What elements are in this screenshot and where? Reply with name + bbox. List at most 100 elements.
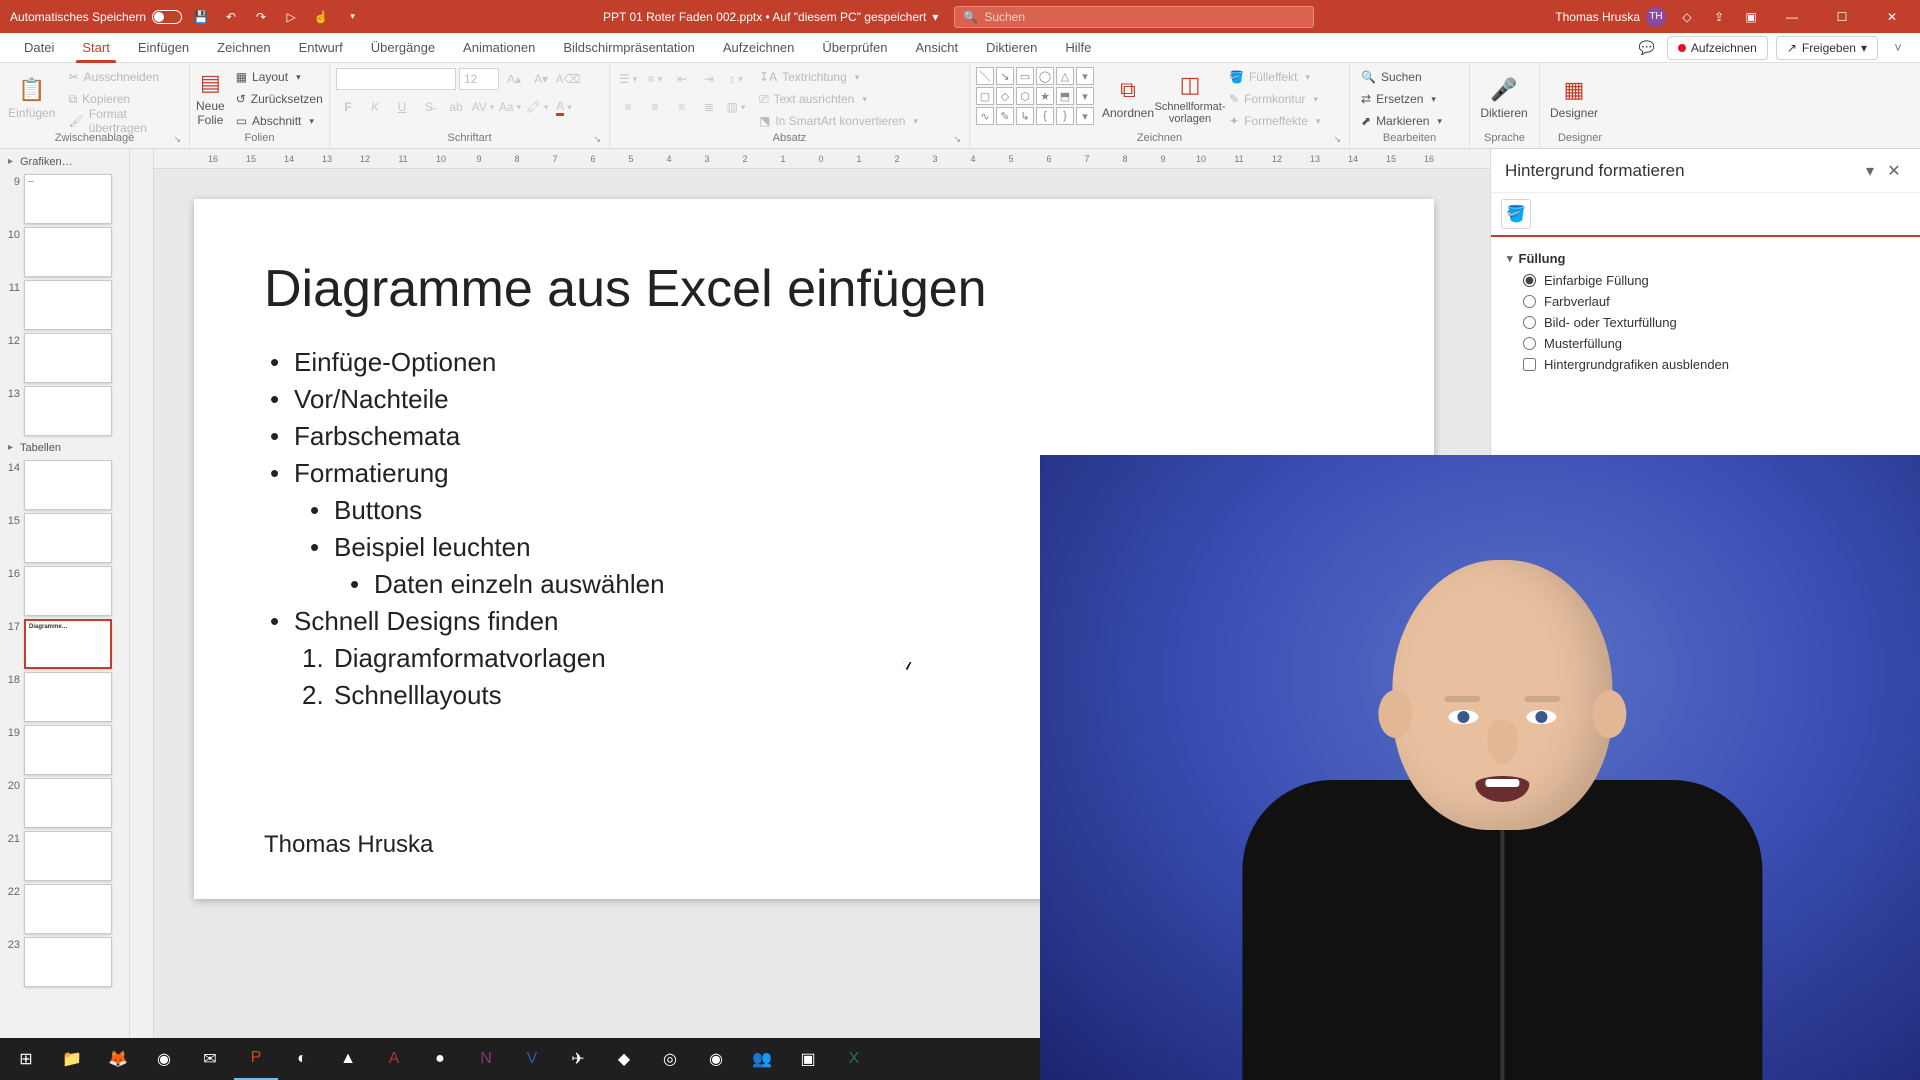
comments-icon[interactable]: 💬 (1635, 36, 1659, 60)
slide-thumb-17[interactable]: Diagramme… (24, 619, 112, 669)
slide-thumb-16[interactable] (24, 566, 112, 616)
slide-thumb-12[interactable] (24, 333, 112, 383)
reset-button[interactable]: ↺Zurücksetzen (231, 89, 328, 109)
shapes-gallery[interactable]: ＼ ↘ ▭ ◯ △ ▾ ▢ ◇ ⬡ ★ ⬒ ▾ ∿ ✎ ↳ { } ▾ (976, 67, 1094, 125)
taskbar-app-icon[interactable]: ● (418, 1038, 462, 1080)
taskbar-access-icon[interactable]: A (372, 1038, 416, 1080)
dictate-button[interactable]: 🎤Diktieren (1476, 67, 1532, 129)
shape-connector-icon[interactable]: ↳ (1016, 107, 1034, 125)
smartart-button[interactable]: ⬔In SmartArt konvertieren (754, 111, 923, 131)
taskbar-telegram-icon[interactable]: ✈ (556, 1038, 600, 1080)
share-button[interactable]: ↗Freigeben▾ (1776, 36, 1878, 60)
tab-diktieren[interactable]: Diktieren (972, 33, 1051, 63)
justify-icon[interactable]: ≣ (697, 95, 721, 119)
replace-button[interactable]: ⇄Ersetzen (1356, 89, 1447, 109)
shape-outline-button[interactable]: ✎Formkontur (1224, 89, 1325, 109)
taskbar-outlook-icon[interactable]: ✉ (188, 1038, 232, 1080)
shape-rect-icon[interactable]: ▭ (1016, 67, 1034, 85)
font-family-input[interactable] (336, 68, 456, 90)
thumbnail-scroll[interactable]: Grafiken… 9… 10 11 12 13 Tabellen 14 15 … (0, 149, 129, 1052)
quick-styles-button[interactable]: ◫Schnellformat- vorlagen (1162, 67, 1218, 129)
shadow-icon[interactable]: ab (444, 95, 468, 119)
italic-icon[interactable]: K (363, 95, 387, 119)
shape-brace-icon[interactable]: { (1036, 107, 1054, 125)
tab-ueberpruefen[interactable]: Überprüfen (808, 33, 901, 63)
start-button[interactable]: ⊞ (4, 1038, 48, 1080)
numbering-icon[interactable]: ≡ (643, 67, 667, 91)
touch-mode-icon[interactable]: ☝ (310, 6, 332, 28)
slide-thumb-9[interactable]: … (24, 174, 112, 224)
new-slide-button[interactable]: ▤Neue Folie (196, 67, 225, 129)
indent-dec-icon[interactable]: ⇤ (670, 67, 694, 91)
tab-ansicht[interactable]: Ansicht (901, 33, 972, 63)
slide-thumb-21[interactable] (24, 831, 112, 881)
tab-animationen[interactable]: Animationen (449, 33, 549, 63)
shape-callout-icon[interactable]: ⬒ (1056, 87, 1074, 105)
document-title[interactable]: PPT 01 Roter Faden 002.pptx • Auf "diese… (603, 10, 938, 24)
dialog-launcher-icon[interactable]: ↘ (593, 134, 601, 145)
clear-format-icon[interactable]: A⌫ (556, 67, 580, 91)
underline-icon[interactable]: U (390, 95, 414, 119)
shape-effects-button[interactable]: ✦Formeffekte (1224, 111, 1325, 131)
shape-fill-button[interactable]: 🪣Fülleffekt (1224, 67, 1325, 87)
strike-icon[interactable]: S̶ (417, 95, 441, 119)
tab-entwurf[interactable]: Entwurf (285, 33, 357, 63)
align-left-icon[interactable]: ≡ (616, 95, 640, 119)
taskbar-firefox-icon[interactable]: 🦊 (96, 1038, 140, 1080)
align-center-icon[interactable]: ≡ (643, 95, 667, 119)
shape-roundrect-icon[interactable]: ▢ (976, 87, 994, 105)
arrange-button[interactable]: ⧉Anordnen (1100, 67, 1156, 129)
maximize-button[interactable]: ☐ (1822, 0, 1862, 33)
columns-icon[interactable]: ▥ (724, 95, 748, 119)
dialog-launcher-icon[interactable]: ↘ (1333, 134, 1341, 145)
shape-brace2-icon[interactable]: } (1056, 107, 1074, 125)
tab-aufzeichnen[interactable]: Aufzeichnen (709, 33, 809, 63)
line-spacing-icon[interactable]: ↕ (724, 67, 748, 91)
paste-button[interactable]: 📋Einfügen (6, 67, 58, 129)
slide-thumb-13[interactable] (24, 386, 112, 436)
tab-start[interactable]: Start (68, 33, 123, 63)
taskbar-powerpoint-icon[interactable]: P (234, 1038, 278, 1080)
taskbar-app3-icon[interactable]: ◎ (648, 1038, 692, 1080)
font-size-input[interactable] (459, 68, 499, 90)
bold-icon[interactable]: F (336, 95, 360, 119)
shape-more-icon[interactable]: ▾ (1076, 67, 1094, 85)
increase-font-icon[interactable]: A▴ (502, 67, 526, 91)
section-button[interactable]: ▭Abschnitt (231, 111, 328, 131)
fill-tab-icon[interactable]: 🪣 (1501, 199, 1531, 229)
tab-hilfe[interactable]: Hilfe (1051, 33, 1105, 63)
align-text-button[interactable]: ⎚Text ausrichten (754, 89, 923, 109)
taskbar-explorer-icon[interactable]: 📁 (50, 1038, 94, 1080)
tab-datei[interactable]: Datei (10, 33, 68, 63)
close-button[interactable]: ✕ (1872, 0, 1912, 33)
tab-uebergaenge[interactable]: Übergänge (357, 33, 449, 63)
taskbar-visio-icon[interactable]: V (510, 1038, 554, 1080)
upload-icon[interactable]: ⇪ (1708, 6, 1730, 28)
qat-more-icon[interactable] (340, 6, 362, 28)
dialog-launcher-icon[interactable]: ↘ (953, 134, 961, 145)
taskbar-app2-icon[interactable]: ◆ (602, 1038, 646, 1080)
tab-einfuegen[interactable]: Einfügen (124, 33, 203, 63)
slide-thumb-10[interactable] (24, 227, 112, 277)
designer-button[interactable]: ▦Designer (1546, 67, 1602, 129)
autosave-toggle[interactable]: Automatisches Speichern (10, 10, 182, 24)
search-input[interactable]: 🔍 Suchen (954, 6, 1314, 28)
slide-thumb-11[interactable] (24, 280, 112, 330)
taskbar-app4-icon[interactable]: ◉ (694, 1038, 738, 1080)
highlight-icon[interactable]: 🖍 (525, 95, 549, 119)
slideshow-icon[interactable]: ▷ (280, 6, 302, 28)
slide-title[interactable]: Diagramme aus Excel einfügen (264, 259, 1364, 319)
shape-oval-icon[interactable]: ◯ (1036, 67, 1054, 85)
section-tabellen[interactable]: Tabellen (2, 439, 123, 457)
user-account[interactable]: Thomas Hruska TH (1555, 7, 1666, 27)
redo-icon[interactable]: ↷ (250, 6, 272, 28)
shape-expand-icon[interactable]: ▾ (1076, 107, 1094, 125)
indent-inc-icon[interactable]: ⇥ (697, 67, 721, 91)
record-button[interactable]: Aufzeichnen (1667, 36, 1768, 60)
cut-button[interactable]: ✂Ausschneiden (64, 67, 183, 87)
pane-options-icon[interactable]: ▾ (1858, 159, 1882, 183)
copy-button[interactable]: ⧉Kopieren (64, 89, 183, 109)
slide-thumb-23[interactable] (24, 937, 112, 987)
slide-thumb-19[interactable] (24, 725, 112, 775)
tab-zeichnen[interactable]: Zeichnen (203, 33, 284, 63)
